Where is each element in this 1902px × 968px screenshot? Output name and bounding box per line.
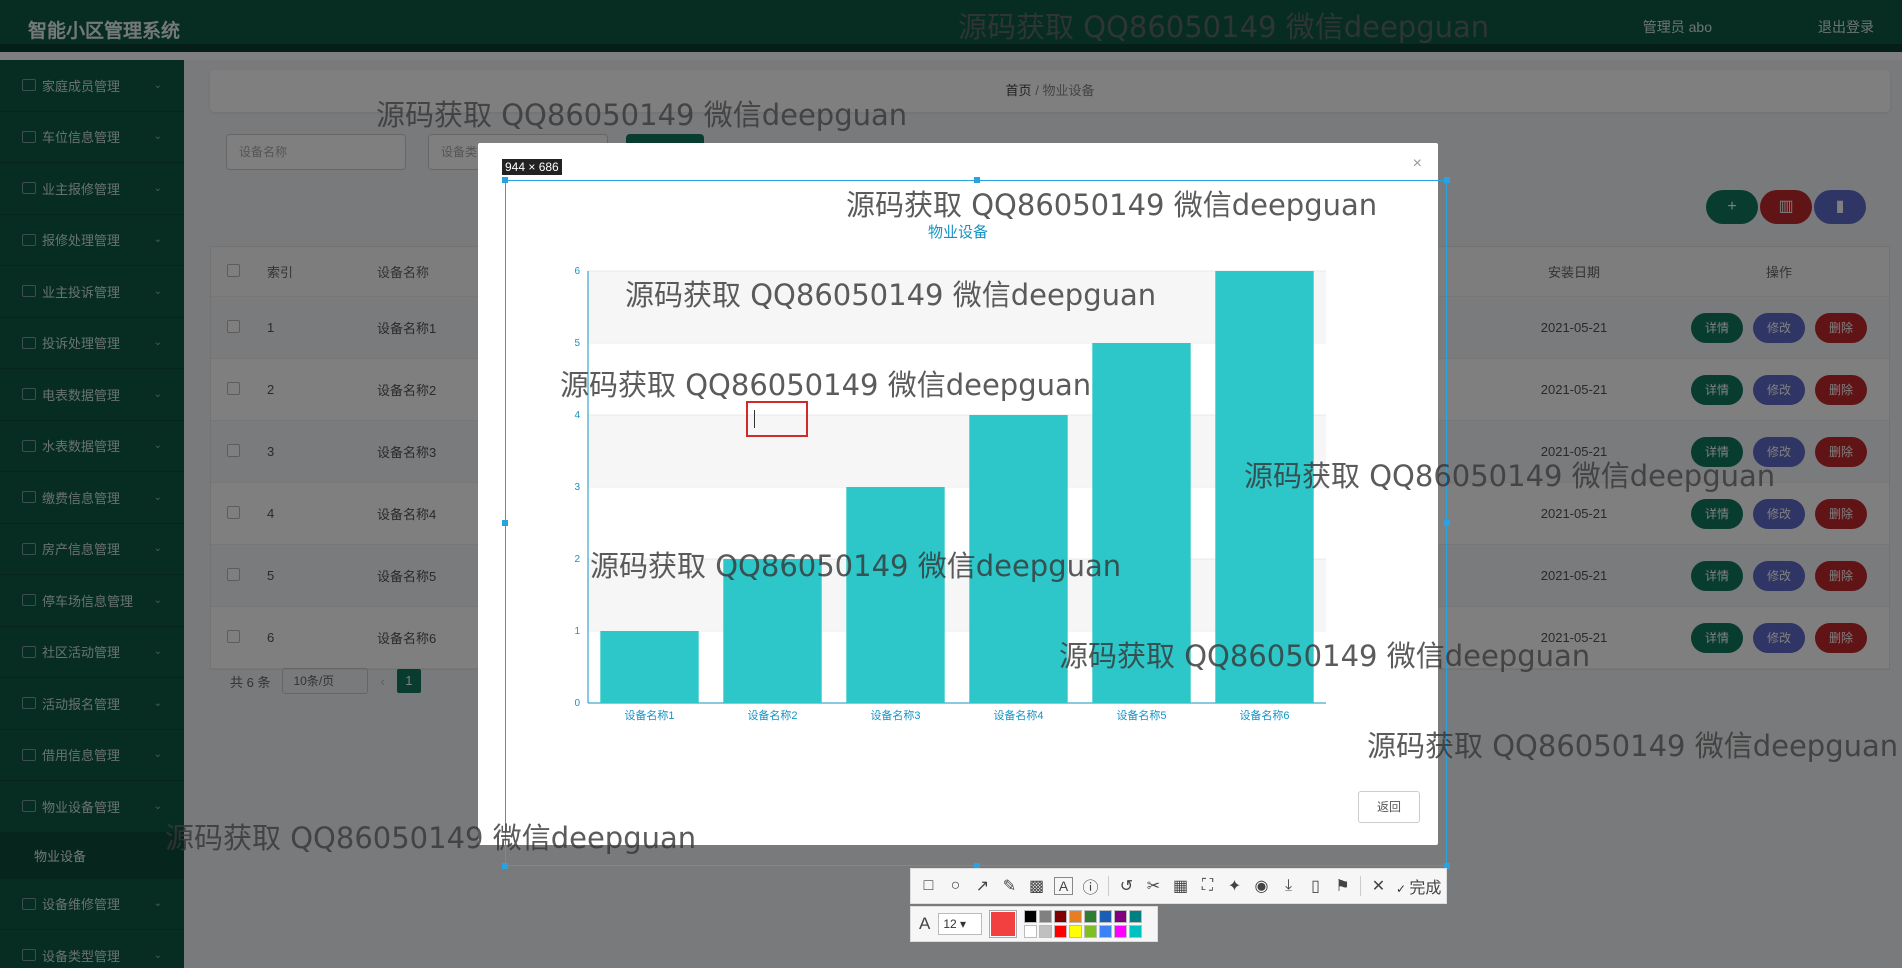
cancel-icon[interactable]: ✕ — [1369, 876, 1388, 896]
mobile-icon[interactable]: ▯ — [1306, 876, 1325, 896]
color-swatch[interactable] — [1024, 910, 1038, 923]
color-swatch[interactable] — [1099, 910, 1113, 923]
bookmark-icon[interactable]: ⚑ — [1333, 876, 1352, 896]
color-palette — [1024, 910, 1143, 938]
ellipse-icon[interactable]: ○ — [946, 877, 965, 895]
color-swatch[interactable] — [1099, 925, 1113, 938]
color-swatch[interactable] — [1069, 925, 1083, 938]
font-icon: A — [919, 914, 931, 933]
color-swatch[interactable] — [1069, 910, 1083, 923]
ocr-icon[interactable]: ▦ — [1171, 876, 1190, 896]
text-tool-icon[interactable]: A — [1054, 877, 1073, 895]
mosaic-icon[interactable]: ▩ — [1027, 876, 1046, 896]
screenshot-selection-frame[interactable] — [502, 177, 1450, 869]
color-swatch[interactable] — [1114, 910, 1128, 923]
resize-handle[interactable] — [502, 520, 508, 526]
current-color-swatch[interactable] — [989, 910, 1018, 938]
color-swatch[interactable] — [1054, 925, 1068, 938]
done-label: 完成 — [1409, 880, 1442, 897]
color-swatch[interactable] — [1039, 925, 1053, 938]
record-icon[interactable]: ◉ — [1252, 876, 1271, 896]
font-size-select[interactable]: 12 ▾ — [938, 913, 983, 935]
undo-icon[interactable]: ↺ — [1117, 876, 1136, 896]
text-annotation-box[interactable] — [746, 401, 808, 437]
pen-icon[interactable]: ✎ — [1000, 876, 1019, 896]
color-swatch[interactable] — [1054, 910, 1068, 923]
number-marker-icon[interactable]: ⓘ — [1081, 874, 1100, 898]
resize-handle[interactable] — [1444, 520, 1450, 526]
color-swatch[interactable] — [1024, 925, 1038, 938]
text-style-toolbar: A 12 ▾ — [910, 906, 1158, 942]
color-swatch[interactable] — [1084, 910, 1098, 923]
done-button[interactable]: ✓ 完成 — [1396, 874, 1441, 898]
text-caret — [754, 410, 755, 428]
resize-handle[interactable] — [502, 177, 508, 183]
scroll-capture-icon[interactable]: ⛶ — [1198, 877, 1217, 895]
pin-icon[interactable]: ✦ — [1225, 876, 1244, 896]
font-size-value: 12 — [943, 917, 957, 931]
resize-handle[interactable] — [1444, 177, 1450, 183]
color-swatch[interactable] — [1039, 910, 1053, 923]
color-swatch[interactable] — [1084, 925, 1098, 938]
resize-handle[interactable] — [502, 863, 508, 869]
rectangle-icon[interactable]: □ — [919, 877, 938, 895]
resize-handle[interactable] — [974, 177, 980, 183]
color-swatch[interactable] — [1114, 925, 1128, 938]
download-icon[interactable]: ⤓ — [1279, 877, 1298, 895]
selection-dimensions: 944 × 686 — [502, 159, 562, 175]
color-swatch[interactable] — [1129, 925, 1143, 938]
screenshot-toolbar: □ ○ ↗ ✎ ▩ A ⓘ ↺ ✂ ▦ ⛶ ✦ ◉ ⤓ ▯ ⚑ ✕ ✓ 完成 — [910, 868, 1447, 904]
arrow-icon[interactable]: ↗ — [973, 876, 992, 896]
color-swatch[interactable] — [1129, 910, 1143, 923]
ai-tool-icon[interactable]: ✂ — [1144, 876, 1163, 896]
